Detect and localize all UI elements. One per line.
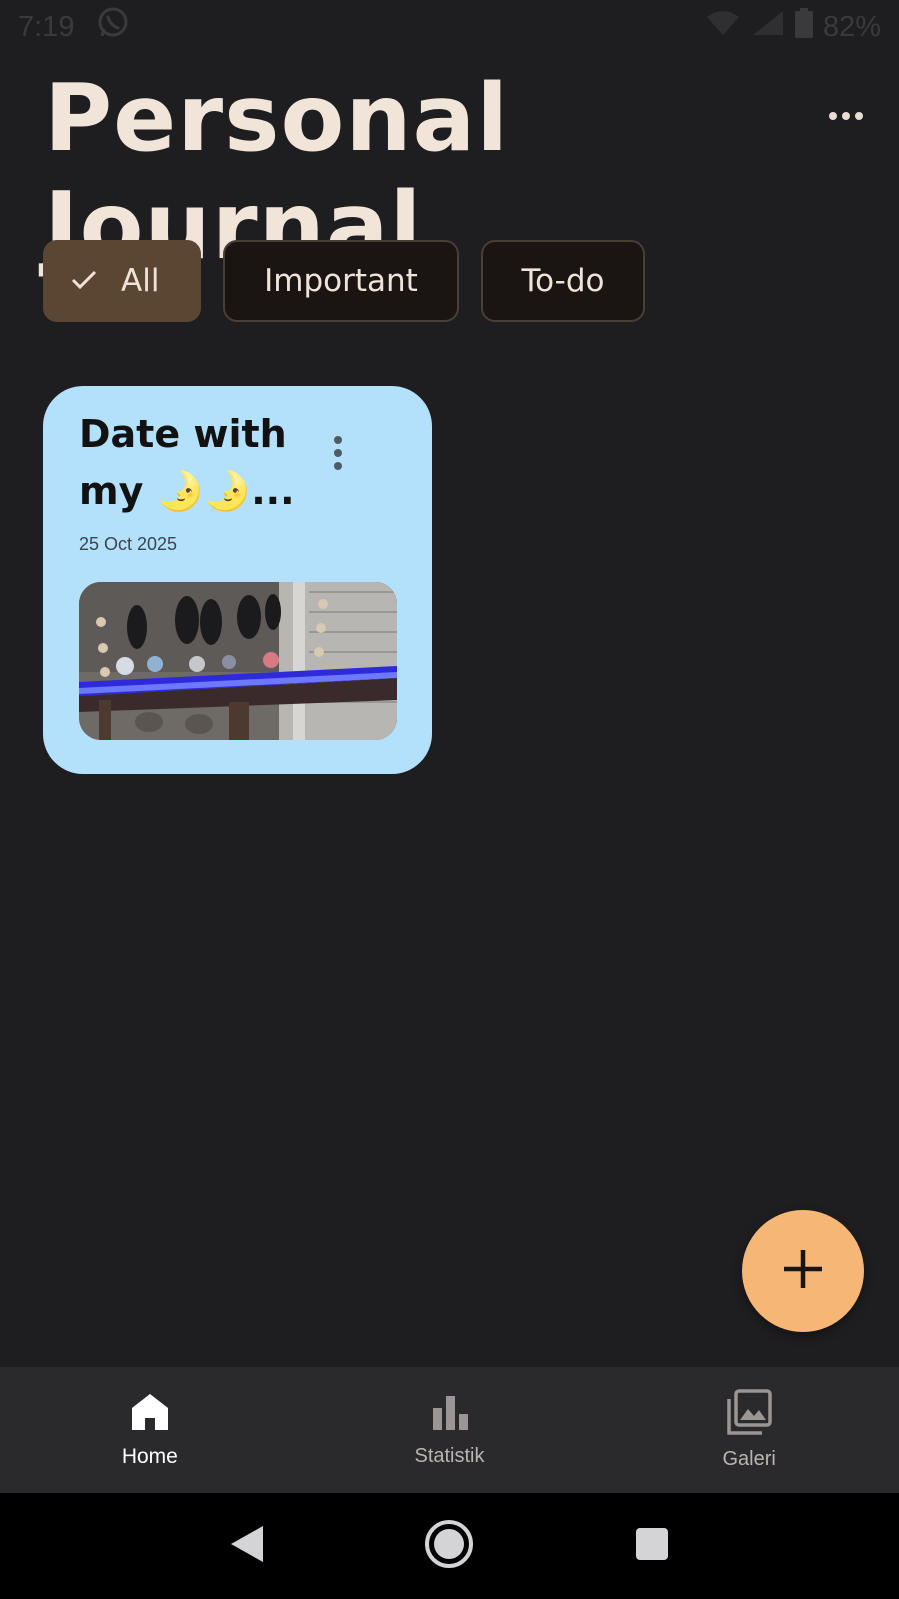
nav-label-home: Home — [121, 1444, 178, 1468]
battery-icon — [794, 8, 813, 46]
add-note-button[interactable] — [742, 1210, 864, 1332]
filter-chip-important-label: Important — [264, 263, 418, 299]
note-card[interactable]: Date with my 🌛🌛... 25 Oct 2025 — [43, 386, 432, 774]
recents-icon[interactable] — [634, 1526, 670, 1567]
more-horizontal-icon — [829, 112, 837, 120]
filter-chip-important[interactable]: Important — [223, 240, 459, 322]
back-icon[interactable] — [229, 1524, 265, 1569]
system-navigation-bar — [0, 1493, 899, 1599]
nav-label-statistik: Statistik — [414, 1445, 485, 1467]
bar-chart-icon — [430, 1392, 470, 1437]
status-bar: 7:19 82% — [0, 0, 899, 54]
home-icon — [130, 1392, 170, 1437]
home-circle-icon[interactable] — [423, 1518, 475, 1575]
note-title: Date with my 🌛🌛... — [79, 412, 295, 513]
filter-chip-todo-label: To-do — [521, 263, 605, 299]
more-vertical-icon — [334, 436, 342, 444]
nav-label-galeri: Galeri — [722, 1448, 776, 1470]
nav-item-statistik[interactable]: Statistik — [300, 1367, 600, 1493]
filter-chips: All Important To-do — [43, 240, 645, 322]
filter-chip-todo[interactable]: To-do — [481, 240, 645, 322]
filter-chip-all-label: All — [121, 263, 160, 299]
nav-item-home[interactable]: Home — [0, 1367, 300, 1493]
wifi-icon — [705, 9, 741, 45]
whatsapp-icon — [96, 6, 130, 48]
signal-icon — [751, 9, 785, 45]
note-menu-button[interactable] — [323, 436, 353, 476]
check-icon — [71, 263, 97, 299]
bottom-navigation: Home Statistik Galeri — [0, 1367, 899, 1493]
plus-icon — [781, 1247, 825, 1296]
more-options-button[interactable] — [820, 98, 872, 134]
note-date: 25 Oct 2025 — [79, 534, 178, 554]
note-photo-thumbnail — [79, 582, 397, 740]
battery-level: 82% — [822, 10, 881, 43]
filter-chip-all[interactable]: All — [43, 240, 201, 322]
nav-item-galeri[interactable]: Galeri — [599, 1367, 899, 1493]
status-time: 7:19 — [18, 10, 75, 43]
photo-library-icon — [726, 1389, 772, 1440]
